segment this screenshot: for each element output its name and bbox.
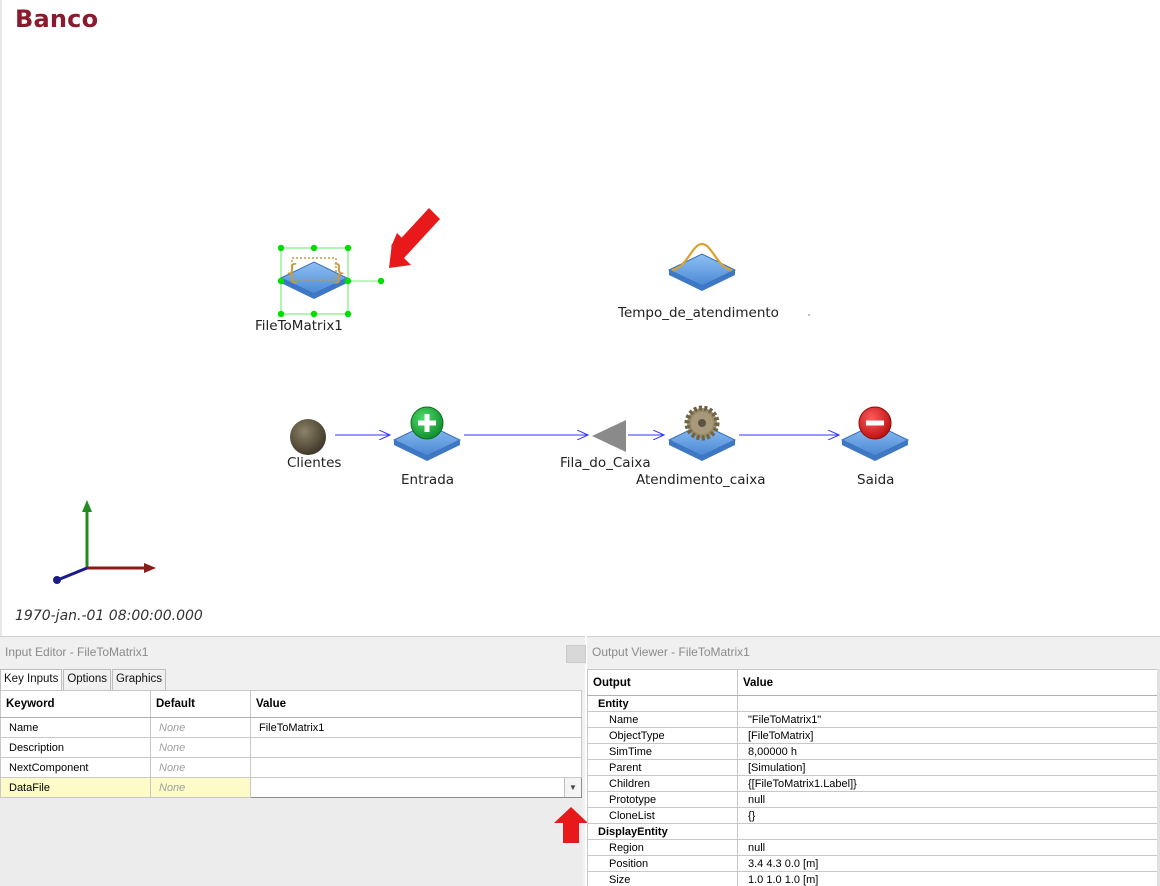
output-key: Size xyxy=(587,871,738,886)
output-value: [Simulation] xyxy=(737,759,1158,776)
default-cell: None xyxy=(150,777,251,798)
distribution-icon xyxy=(667,242,737,291)
keyword-cell: DataFile xyxy=(0,777,151,798)
fila-label: Fila_do_Caixa xyxy=(560,455,651,471)
saida-label: Saida xyxy=(857,472,894,488)
entity-atendimento[interactable]: Atendimento_caixa xyxy=(636,405,766,488)
output-value: [FileToMatrix] xyxy=(737,727,1158,744)
keyword-cell: NextComponent xyxy=(0,757,151,778)
column-header-keyword[interactable]: Keyword xyxy=(0,690,151,718)
model-view[interactable]: Banco {} FileToMatrix1 Tempo_de_atendim… xyxy=(0,0,1160,636)
table-row[interactable]: Name "FileToMatrix1" xyxy=(587,711,1158,728)
output-key: Name xyxy=(587,711,738,728)
input-editor-title: Input Editor - FileToMatrix1 xyxy=(5,645,149,659)
keyword-cell: Description xyxy=(0,737,151,758)
output-viewer-table: Output Value Entity Name "FileToMatrix1" … xyxy=(587,669,1158,886)
svg-text:{: { xyxy=(285,261,299,286)
output-value: 8,00000 h xyxy=(737,743,1158,760)
column-header-default[interactable]: Default xyxy=(150,690,251,718)
column-header-value[interactable]: Value xyxy=(250,690,582,718)
value-cell[interactable]: FileToMatrix1 xyxy=(250,717,582,738)
entity-saida[interactable]: Saida xyxy=(840,406,910,488)
table-row[interactable]: Children {[FileToMatrix1.Label]} xyxy=(587,775,1158,792)
table-row[interactable]: Size 1.0 1.0 1.0 [m] xyxy=(587,871,1158,886)
output-value: {[FileToMatrix1.Label]} xyxy=(737,775,1158,792)
output-viewer-panel: Output Viewer - FileToMatrix1 Output Val… xyxy=(587,636,1160,886)
output-key: Position xyxy=(587,855,738,872)
output-key: ObjectType xyxy=(587,727,738,744)
output-key: Region xyxy=(587,839,738,856)
output-key: CloneList xyxy=(587,807,738,824)
output-key: Parent xyxy=(587,759,738,776)
input-editor-empty-area xyxy=(0,798,582,886)
entity-generator-icon xyxy=(392,406,462,461)
table-row[interactable]: SimTime 8,00000 h xyxy=(587,743,1158,760)
entity-sphere-icon xyxy=(290,419,326,455)
entrada-label: Entrada xyxy=(401,472,454,488)
input-editor-tabs: Key Inputs Options Graphics xyxy=(0,669,167,691)
table-row[interactable]: Parent [Simulation] xyxy=(587,759,1158,776)
output-key: Children xyxy=(587,775,738,792)
output-value: 3.4 4.3 0.0 [m] xyxy=(737,855,1158,872)
view-canvas[interactable]: { } FileToMatrix1 Tempo_de_atendimento C… xyxy=(2,0,1160,636)
axes-icon xyxy=(53,500,156,584)
output-viewer-title: Output Viewer - FileToMatrix1 xyxy=(592,645,750,659)
entity-entrada[interactable]: Entrada xyxy=(392,406,462,488)
file-to-matrix-icon: { } xyxy=(279,257,349,299)
keyword-cell: Name xyxy=(0,717,151,738)
entity-sink-icon xyxy=(840,406,910,461)
dot-marker xyxy=(808,314,810,316)
distribution-entity[interactable]: Tempo_de_atendimento xyxy=(617,242,810,321)
atendimento-label: Atendimento_caixa xyxy=(636,472,766,488)
distribution-label: Tempo_de_atendimento xyxy=(617,305,779,321)
file-to-matrix-entity[interactable]: { } FileToMatrix1 xyxy=(255,244,385,334)
entity-fila[interactable]: Fila_do_Caixa xyxy=(560,420,651,471)
output-value: null xyxy=(737,839,1158,856)
table-row[interactable]: Position 3.4 4.3 0.0 [m] xyxy=(587,855,1158,872)
column-header-value[interactable]: Value xyxy=(737,669,1158,696)
output-key: Prototype xyxy=(587,791,738,808)
group-row-displayentity: DisplayEntity xyxy=(587,823,1158,840)
server-gear-icon xyxy=(667,405,737,461)
output-value: {} xyxy=(737,807,1158,824)
red-up-arrow-icon xyxy=(554,807,588,843)
chevron-down-icon: ▼ xyxy=(569,783,577,792)
group-label: Entity xyxy=(587,695,738,712)
output-key: SimTime xyxy=(587,743,738,760)
table-row[interactable]: CloneList{} xyxy=(587,807,1158,824)
table-row-selected[interactable]: DataFile None ▼ xyxy=(0,777,582,798)
group-label: DisplayEntity xyxy=(587,823,738,840)
value-cell[interactable] xyxy=(250,737,582,758)
table-row[interactable]: ObjectType [FileToMatrix] xyxy=(587,727,1158,744)
panel-close-button[interactable] xyxy=(566,645,586,663)
default-cell: None xyxy=(150,757,251,778)
tab-key-inputs[interactable]: Key Inputs xyxy=(0,669,63,691)
table-row[interactable]: NextComponent None xyxy=(0,757,582,778)
tab-graphics[interactable]: Graphics xyxy=(111,669,167,690)
file-to-matrix-label: FileToMatrix1 xyxy=(255,318,343,334)
table-row[interactable]: Name None FileToMatrix1 xyxy=(0,717,582,738)
entity-clientes[interactable]: Clientes xyxy=(287,419,341,471)
input-editor-panel: Input Editor - FileToMatrix1 Key Inputs … xyxy=(0,636,588,886)
tab-options[interactable]: Options xyxy=(63,669,111,690)
output-value: "FileToMatrix1" xyxy=(737,711,1158,728)
datafile-value-field[interactable]: ▼ xyxy=(250,777,582,798)
table-row[interactable]: Region null xyxy=(587,839,1158,856)
red-pointer-arrow-icon xyxy=(389,208,440,268)
simulation-clock: 1970-jan.-01 08:00:00.000 xyxy=(15,608,203,624)
group-row-entity: Entity xyxy=(587,695,1158,712)
output-value: 1.0 1.0 1.0 [m] xyxy=(737,871,1158,886)
default-cell: None xyxy=(150,717,251,738)
svg-text:}: } xyxy=(332,261,346,286)
table-row[interactable]: Description None xyxy=(0,737,582,758)
value-cell[interactable] xyxy=(250,757,582,778)
output-value: null xyxy=(737,791,1158,808)
input-editor-table: Keyword Default Value Name None FileToMa… xyxy=(0,690,582,798)
table-row[interactable]: Prototype null xyxy=(587,791,1158,808)
dropdown-button[interactable]: ▼ xyxy=(564,778,581,797)
clientes-label: Clientes xyxy=(287,455,341,471)
default-cell: None xyxy=(150,737,251,758)
queue-icon xyxy=(592,420,626,452)
column-header-output[interactable]: Output xyxy=(587,669,738,696)
